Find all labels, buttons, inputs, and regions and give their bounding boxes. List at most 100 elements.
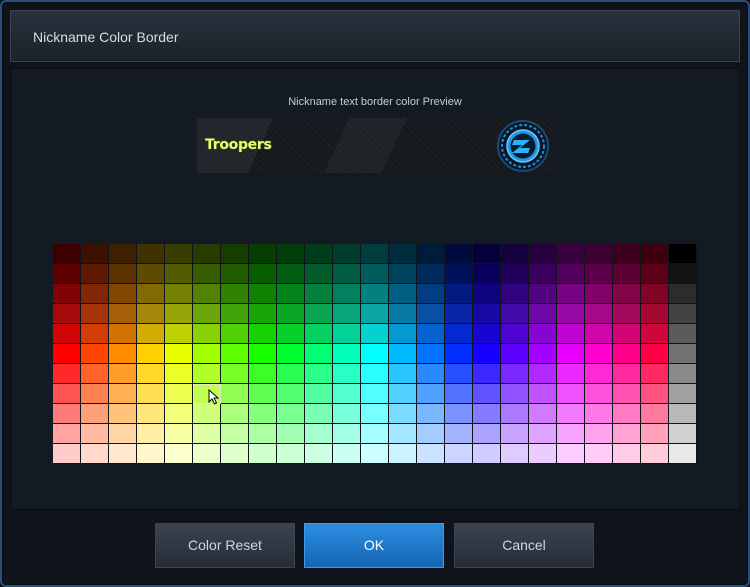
color-swatch[interactable] (557, 424, 585, 444)
color-swatch[interactable] (417, 384, 445, 404)
color-swatch[interactable] (613, 284, 641, 304)
color-swatch[interactable] (305, 404, 333, 424)
color-swatch[interactable] (417, 364, 445, 384)
color-swatch[interactable] (109, 244, 137, 264)
color-swatch[interactable] (165, 244, 193, 264)
color-swatch[interactable] (333, 364, 361, 384)
color-swatch[interactable] (641, 384, 669, 404)
color-swatch[interactable] (361, 304, 389, 324)
color-swatch[interactable] (53, 424, 81, 444)
color-swatch[interactable] (473, 364, 501, 384)
color-swatch[interactable] (305, 244, 333, 264)
grayscale-swatch[interactable] (669, 364, 697, 384)
color-swatch[interactable] (445, 424, 473, 444)
color-swatch[interactable] (473, 304, 501, 324)
color-swatch[interactable] (277, 244, 305, 264)
color-swatch[interactable] (585, 384, 613, 404)
color-swatch[interactable] (277, 344, 305, 364)
color-swatch[interactable] (529, 404, 557, 424)
color-swatch[interactable] (613, 444, 641, 464)
color-swatch[interactable] (501, 384, 529, 404)
color-swatch[interactable] (53, 444, 81, 464)
color-swatch[interactable] (137, 344, 165, 364)
color-swatch[interactable] (81, 304, 109, 324)
color-swatch[interactable] (333, 264, 361, 284)
color-swatch[interactable] (193, 344, 221, 364)
color-reset-button[interactable]: Color Reset (155, 523, 295, 568)
color-swatch[interactable] (333, 324, 361, 344)
color-swatch[interactable] (109, 344, 137, 364)
color-swatch[interactable] (221, 264, 249, 284)
color-swatch[interactable] (613, 264, 641, 284)
color-swatch[interactable] (305, 284, 333, 304)
color-swatch[interactable] (137, 264, 165, 284)
color-swatch[interactable] (585, 284, 613, 304)
color-swatch[interactable] (445, 264, 473, 284)
color-swatch[interactable] (641, 444, 669, 464)
color-swatch[interactable] (417, 284, 445, 304)
title-bar[interactable]: Nickname Color Border (10, 10, 740, 62)
color-swatch[interactable] (333, 344, 361, 364)
color-swatch[interactable] (473, 444, 501, 464)
color-swatch[interactable] (193, 264, 221, 284)
color-swatch[interactable] (53, 284, 81, 304)
color-swatch[interactable] (501, 424, 529, 444)
color-swatch[interactable] (417, 424, 445, 444)
color-swatch[interactable] (445, 404, 473, 424)
color-swatch[interactable] (53, 364, 81, 384)
color-swatch[interactable] (165, 284, 193, 304)
color-swatch[interactable] (417, 404, 445, 424)
color-swatch[interactable] (473, 344, 501, 364)
color-swatch[interactable] (389, 284, 417, 304)
color-swatch[interactable] (53, 344, 81, 364)
color-swatch[interactable] (109, 384, 137, 404)
color-swatch[interactable] (249, 344, 277, 364)
color-swatch[interactable] (53, 304, 81, 324)
color-swatch[interactable] (361, 324, 389, 344)
color-swatch[interactable] (557, 284, 585, 304)
color-swatch[interactable] (361, 364, 389, 384)
color-swatch[interactable] (305, 364, 333, 384)
color-swatch[interactable] (445, 284, 473, 304)
color-swatch[interactable] (501, 404, 529, 424)
color-swatch[interactable] (501, 244, 529, 264)
color-swatch[interactable] (529, 344, 557, 364)
color-swatch[interactable] (305, 304, 333, 324)
color-swatch[interactable] (81, 424, 109, 444)
color-swatch[interactable] (585, 364, 613, 384)
color-swatch[interactable] (445, 244, 473, 264)
color-swatch[interactable] (557, 244, 585, 264)
cancel-button[interactable]: Cancel (454, 523, 594, 568)
color-swatch[interactable] (305, 444, 333, 464)
color-swatch[interactable] (137, 284, 165, 304)
color-swatch[interactable] (501, 344, 529, 364)
color-swatch[interactable] (613, 344, 641, 364)
color-swatch[interactable] (249, 384, 277, 404)
color-swatch[interactable] (641, 344, 669, 364)
color-swatch[interactable] (389, 404, 417, 424)
color-swatch[interactable] (641, 424, 669, 444)
color-swatch[interactable] (389, 384, 417, 404)
color-swatch[interactable] (109, 444, 137, 464)
color-swatch[interactable] (193, 324, 221, 344)
color-swatch[interactable] (165, 444, 193, 464)
color-swatch[interactable] (417, 324, 445, 344)
color-swatch[interactable] (473, 384, 501, 404)
color-swatch[interactable] (53, 324, 81, 344)
color-swatch[interactable] (641, 324, 669, 344)
color-swatch[interactable] (81, 404, 109, 424)
color-swatch[interactable] (137, 244, 165, 264)
color-swatch[interactable] (193, 404, 221, 424)
color-swatch[interactable] (585, 404, 613, 424)
color-swatch[interactable] (445, 324, 473, 344)
color-swatch[interactable] (389, 444, 417, 464)
color-swatch[interactable] (529, 284, 557, 304)
color-swatch[interactable] (389, 324, 417, 344)
color-swatch[interactable] (137, 364, 165, 384)
color-swatch[interactable] (165, 424, 193, 444)
color-swatch[interactable] (389, 264, 417, 284)
color-swatch[interactable] (137, 424, 165, 444)
color-swatch[interactable] (529, 364, 557, 384)
color-swatch[interactable] (249, 264, 277, 284)
selected-color-swatch[interactable] (193, 384, 221, 404)
